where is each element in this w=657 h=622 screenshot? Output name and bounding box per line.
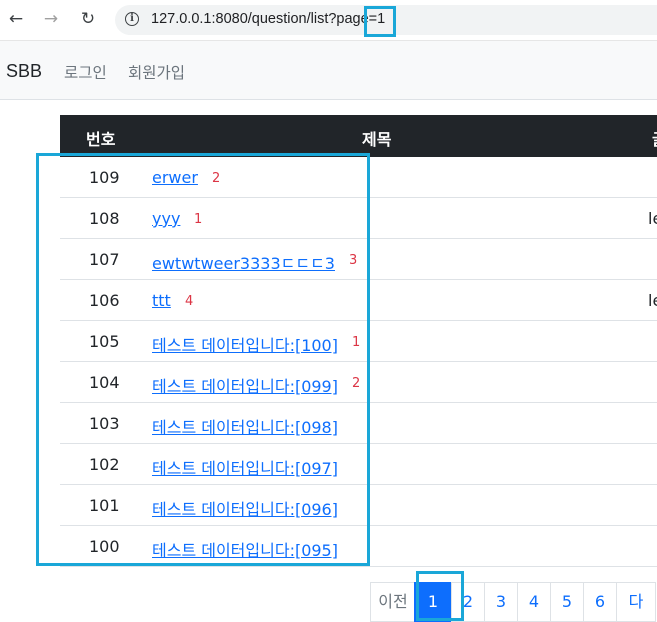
question-title-link[interactable]: 테스트 데이터입니다:[095] [152,537,338,561]
answer-count: 3 [349,253,358,268]
answer-count: 1 [352,335,361,350]
page-button-4[interactable]: 4 [517,582,551,622]
page-button-5[interactable]: 5 [550,582,584,622]
url-text[interactable]: 127.0.0.1:8080/question/list?page=1 [151,11,385,27]
signup-link[interactable]: 회원가입 [128,61,185,83]
question-number: 106 [89,291,120,310]
question-title-link[interactable]: ewtwtweer3333ㄷㄷㄷ3 [152,250,335,274]
active-page-highlight-box [416,571,464,621]
table-body: 109erwer2108yyy1le107ewtwtweer3333ㄷㄷㄷ331… [60,157,657,567]
question-title-link[interactable]: erwer [152,168,198,187]
question-number: 107 [89,250,120,269]
question-title-link[interactable]: 테스트 데이터입니다:[099] [152,373,338,397]
forward-arrow-icon[interactable]: → [40,8,62,30]
table-row: 106 ttt 4 le [60,280,657,321]
navbar-brand[interactable]: SBB [6,61,42,82]
question-table: 번호 제목 글 109 erwer 2 108 yyy 1 le 107 ewtwtweer33… [60,115,657,567]
login-link[interactable]: 로그인 [64,61,107,83]
table-header: 번호 제목 글 [60,115,657,157]
question-number: 108 [89,209,120,228]
reload-icon[interactable]: ↻ [77,8,99,30]
browser-toolbar: ← → ↻ i 127.0.0.1:8080/question/list?pag… [0,0,657,41]
table-row: 108 yyy 1 le [60,198,657,239]
answer-count: 2 [212,171,221,186]
author-cell: le [648,291,657,310]
question-number: 101 [89,496,120,515]
author-cell: le [648,209,657,228]
question-title-link[interactable]: ttt [152,291,171,310]
table-row: 103 테스트 데이터입니다:[098] [60,403,657,444]
question-number: 103 [89,414,120,433]
table-row: 105 테스트 데이터입니다:[100] 1 [60,321,657,362]
question-number: 109 [89,168,120,187]
answer-count: 1 [194,212,203,227]
question-number: 104 [89,373,120,392]
question-number: 105 [89,332,120,351]
table-row: 104 테스트 데이터입니다:[099] 2 [60,362,657,403]
question-number: 102 [89,455,120,474]
url-page-highlight-box [364,6,396,37]
answer-count: 4 [185,294,194,309]
answer-count: 2 [352,376,361,391]
page-button-6[interactable]: 6 [583,582,617,622]
table-row: 101 테스트 데이터입니다:[096] [60,485,657,526]
table-row: 100 테스트 데이터입니다:[095] [60,526,657,567]
page-button-3[interactable]: 3 [484,582,518,622]
table-row: 109 erwer 2 [60,157,657,198]
next-page-button[interactable]: 다 [616,582,656,622]
header-extra: 글 [652,126,657,150]
site-info-icon[interactable]: i [125,12,139,26]
back-arrow-icon[interactable]: ← [5,8,27,30]
table-row: 102 테스트 데이터입니다:[097] [60,444,657,485]
header-title: 제목 [362,130,392,149]
question-title-link[interactable]: 테스트 데이터입니다:[098] [152,414,338,438]
question-title-link[interactable]: 테스트 데이터입니다:[097] [152,455,338,479]
question-title-link[interactable]: 테스트 데이터입니다:[096] [152,496,338,520]
question-title-link[interactable]: yyy [152,209,180,228]
question-title-link[interactable]: 테스트 데이터입니다:[100] [152,332,338,356]
prev-page-button: 이전 [370,582,416,622]
question-number: 100 [89,537,120,556]
header-number: 번호 [86,130,116,149]
table-row: 107 ewtwtweer3333ㄷㄷㄷ3 3 [60,239,657,280]
site-navbar: SBB 로그인 회원가입 [0,41,657,100]
